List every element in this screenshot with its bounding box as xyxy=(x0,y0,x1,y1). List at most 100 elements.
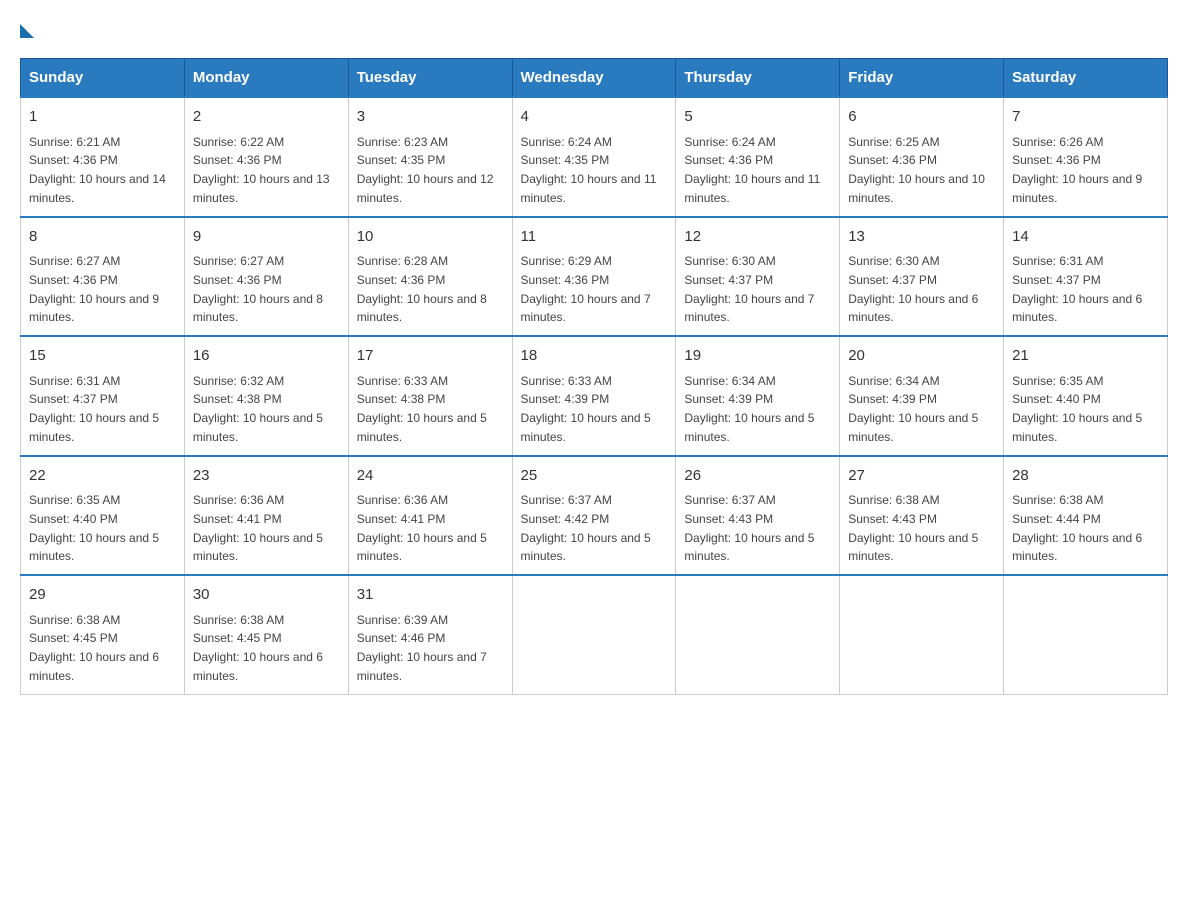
calendar-cell: 14 Sunrise: 6:31 AMSunset: 4:37 PMDaylig… xyxy=(1004,217,1168,337)
day-number: 22 xyxy=(29,465,176,488)
calendar-cell: 23 Sunrise: 6:36 AMSunset: 4:41 PMDaylig… xyxy=(184,456,348,576)
calendar-cell xyxy=(840,575,1004,694)
header-friday: Friday xyxy=(840,59,1004,98)
day-number: 4 xyxy=(521,106,668,129)
calendar-cell: 20 Sunrise: 6:34 AMSunset: 4:39 PMDaylig… xyxy=(840,336,1004,456)
day-number: 13 xyxy=(848,226,995,249)
calendar-cell: 28 Sunrise: 6:38 AMSunset: 4:44 PMDaylig… xyxy=(1004,456,1168,576)
day-info: Sunrise: 6:37 AMSunset: 4:42 PMDaylight:… xyxy=(521,493,651,563)
week-row-1: 1 Sunrise: 6:21 AMSunset: 4:36 PMDayligh… xyxy=(21,97,1168,217)
day-number: 14 xyxy=(1012,226,1159,249)
calendar-header: Sunday Monday Tuesday Wednesday Thursday… xyxy=(21,59,1168,98)
day-info: Sunrise: 6:22 AMSunset: 4:36 PMDaylight:… xyxy=(193,135,330,205)
day-info: Sunrise: 6:29 AMSunset: 4:36 PMDaylight:… xyxy=(521,254,651,324)
calendar-cell xyxy=(676,575,840,694)
day-info: Sunrise: 6:28 AMSunset: 4:36 PMDaylight:… xyxy=(357,254,487,324)
calendar-cell: 27 Sunrise: 6:38 AMSunset: 4:43 PMDaylig… xyxy=(840,456,1004,576)
week-row-2: 8 Sunrise: 6:27 AMSunset: 4:36 PMDayligh… xyxy=(21,217,1168,337)
day-number: 27 xyxy=(848,465,995,488)
day-number: 12 xyxy=(684,226,831,249)
calendar-cell: 4 Sunrise: 6:24 AMSunset: 4:35 PMDayligh… xyxy=(512,97,676,217)
calendar-cell: 8 Sunrise: 6:27 AMSunset: 4:36 PMDayligh… xyxy=(21,217,185,337)
day-info: Sunrise: 6:34 AMSunset: 4:39 PMDaylight:… xyxy=(848,374,978,444)
day-info: Sunrise: 6:37 AMSunset: 4:43 PMDaylight:… xyxy=(684,493,814,563)
calendar-cell: 26 Sunrise: 6:37 AMSunset: 4:43 PMDaylig… xyxy=(676,456,840,576)
day-number: 26 xyxy=(684,465,831,488)
day-info: Sunrise: 6:35 AMSunset: 4:40 PMDaylight:… xyxy=(1012,374,1142,444)
day-info: Sunrise: 6:23 AMSunset: 4:35 PMDaylight:… xyxy=(357,135,494,205)
day-info: Sunrise: 6:33 AMSunset: 4:39 PMDaylight:… xyxy=(521,374,651,444)
calendar-cell: 18 Sunrise: 6:33 AMSunset: 4:39 PMDaylig… xyxy=(512,336,676,456)
header-sunday: Sunday xyxy=(21,59,185,98)
day-info: Sunrise: 6:38 AMSunset: 4:44 PMDaylight:… xyxy=(1012,493,1142,563)
header-wednesday: Wednesday xyxy=(512,59,676,98)
day-number: 10 xyxy=(357,226,504,249)
calendar-cell: 30 Sunrise: 6:38 AMSunset: 4:45 PMDaylig… xyxy=(184,575,348,694)
calendar-cell xyxy=(512,575,676,694)
calendar-cell: 22 Sunrise: 6:35 AMSunset: 4:40 PMDaylig… xyxy=(21,456,185,576)
week-row-4: 22 Sunrise: 6:35 AMSunset: 4:40 PMDaylig… xyxy=(21,456,1168,576)
day-info: Sunrise: 6:36 AMSunset: 4:41 PMDaylight:… xyxy=(357,493,487,563)
calendar-cell: 16 Sunrise: 6:32 AMSunset: 4:38 PMDaylig… xyxy=(184,336,348,456)
day-number: 7 xyxy=(1012,106,1159,129)
day-info: Sunrise: 6:31 AMSunset: 4:37 PMDaylight:… xyxy=(29,374,159,444)
calendar-cell: 29 Sunrise: 6:38 AMSunset: 4:45 PMDaylig… xyxy=(21,575,185,694)
day-info: Sunrise: 6:31 AMSunset: 4:37 PMDaylight:… xyxy=(1012,254,1142,324)
day-info: Sunrise: 6:34 AMSunset: 4:39 PMDaylight:… xyxy=(684,374,814,444)
day-number: 23 xyxy=(193,465,340,488)
calendar-cell: 19 Sunrise: 6:34 AMSunset: 4:39 PMDaylig… xyxy=(676,336,840,456)
day-number: 19 xyxy=(684,345,831,368)
day-info: Sunrise: 6:38 AMSunset: 4:43 PMDaylight:… xyxy=(848,493,978,563)
logo-triangle-icon xyxy=(20,24,34,38)
day-info: Sunrise: 6:25 AMSunset: 4:36 PMDaylight:… xyxy=(848,135,985,205)
day-info: Sunrise: 6:24 AMSunset: 4:36 PMDaylight:… xyxy=(684,135,820,205)
calendar-cell: 31 Sunrise: 6:39 AMSunset: 4:46 PMDaylig… xyxy=(348,575,512,694)
day-number: 29 xyxy=(29,584,176,607)
day-number: 2 xyxy=(193,106,340,129)
calendar-cell: 1 Sunrise: 6:21 AMSunset: 4:36 PMDayligh… xyxy=(21,97,185,217)
calendar-cell: 24 Sunrise: 6:36 AMSunset: 4:41 PMDaylig… xyxy=(348,456,512,576)
calendar-cell: 5 Sunrise: 6:24 AMSunset: 4:36 PMDayligh… xyxy=(676,97,840,217)
calendar-cell: 21 Sunrise: 6:35 AMSunset: 4:40 PMDaylig… xyxy=(1004,336,1168,456)
header-saturday: Saturday xyxy=(1004,59,1168,98)
day-number: 16 xyxy=(193,345,340,368)
calendar-cell: 2 Sunrise: 6:22 AMSunset: 4:36 PMDayligh… xyxy=(184,97,348,217)
day-number: 1 xyxy=(29,106,176,129)
day-info: Sunrise: 6:24 AMSunset: 4:35 PMDaylight:… xyxy=(521,135,657,205)
day-info: Sunrise: 6:32 AMSunset: 4:38 PMDaylight:… xyxy=(193,374,323,444)
day-info: Sunrise: 6:21 AMSunset: 4:36 PMDaylight:… xyxy=(29,135,166,205)
day-number: 24 xyxy=(357,465,504,488)
day-number: 5 xyxy=(684,106,831,129)
calendar-cell xyxy=(1004,575,1168,694)
week-row-5: 29 Sunrise: 6:38 AMSunset: 4:45 PMDaylig… xyxy=(21,575,1168,694)
day-number: 8 xyxy=(29,226,176,249)
calendar-body: 1 Sunrise: 6:21 AMSunset: 4:36 PMDayligh… xyxy=(21,97,1168,694)
day-info: Sunrise: 6:35 AMSunset: 4:40 PMDaylight:… xyxy=(29,493,159,563)
calendar-cell: 10 Sunrise: 6:28 AMSunset: 4:36 PMDaylig… xyxy=(348,217,512,337)
day-info: Sunrise: 6:36 AMSunset: 4:41 PMDaylight:… xyxy=(193,493,323,563)
day-number: 15 xyxy=(29,345,176,368)
day-info: Sunrise: 6:33 AMSunset: 4:38 PMDaylight:… xyxy=(357,374,487,444)
day-info: Sunrise: 6:30 AMSunset: 4:37 PMDaylight:… xyxy=(848,254,978,324)
header-monday: Monday xyxy=(184,59,348,98)
header-tuesday: Tuesday xyxy=(348,59,512,98)
day-number: 30 xyxy=(193,584,340,607)
day-number: 20 xyxy=(848,345,995,368)
day-number: 9 xyxy=(193,226,340,249)
day-number: 18 xyxy=(521,345,668,368)
calendar-cell: 15 Sunrise: 6:31 AMSunset: 4:37 PMDaylig… xyxy=(21,336,185,456)
calendar-cell: 11 Sunrise: 6:29 AMSunset: 4:36 PMDaylig… xyxy=(512,217,676,337)
day-info: Sunrise: 6:27 AMSunset: 4:36 PMDaylight:… xyxy=(29,254,159,324)
day-number: 17 xyxy=(357,345,504,368)
day-number: 31 xyxy=(357,584,504,607)
calendar-cell: 12 Sunrise: 6:30 AMSunset: 4:37 PMDaylig… xyxy=(676,217,840,337)
day-number: 21 xyxy=(1012,345,1159,368)
day-info: Sunrise: 6:30 AMSunset: 4:37 PMDaylight:… xyxy=(684,254,814,324)
day-info: Sunrise: 6:39 AMSunset: 4:46 PMDaylight:… xyxy=(357,613,487,683)
header-thursday: Thursday xyxy=(676,59,840,98)
day-info: Sunrise: 6:38 AMSunset: 4:45 PMDaylight:… xyxy=(193,613,323,683)
calendar-cell: 9 Sunrise: 6:27 AMSunset: 4:36 PMDayligh… xyxy=(184,217,348,337)
page-header xyxy=(20,20,1168,38)
day-number: 6 xyxy=(848,106,995,129)
calendar-cell: 17 Sunrise: 6:33 AMSunset: 4:38 PMDaylig… xyxy=(348,336,512,456)
